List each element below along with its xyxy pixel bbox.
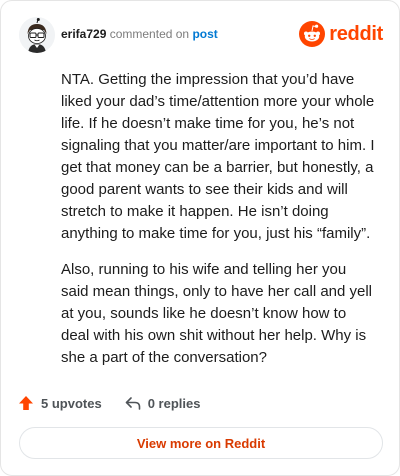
upvote-count: 5 upvotes: [41, 395, 102, 411]
comment-actions: 5 upvotes 0 replies: [17, 391, 200, 415]
comment-body: NTA. Getting the impression that you’d h…: [61, 69, 375, 383]
username-link[interactable]: erifa729: [61, 27, 106, 41]
reply-arrow-icon: [125, 397, 140, 410]
reddit-wordmark: reddit: [329, 23, 383, 45]
comment-header: erifa729 commented on post reddit: [19, 15, 383, 53]
reddit-logo[interactable]: reddit: [299, 19, 383, 49]
comment-meta: erifa729 commented on post: [61, 26, 218, 42]
action-text: commented on: [109, 27, 190, 41]
comment-paragraph: NTA. Getting the impression that you’d h…: [61, 71, 375, 242]
reply-count: 0 replies: [147, 395, 201, 411]
comment-embed-card: erifa729 commented on post reddit NTA. G…: [0, 0, 400, 476]
upvote-button[interactable]: 5 upvotes: [17, 394, 102, 412]
view-more-button[interactable]: View more on Reddit: [19, 427, 383, 459]
comment-paragraph: Also, running to his wife and telling he…: [61, 261, 373, 366]
avatar-image: [19, 17, 55, 53]
post-link[interactable]: post: [192, 27, 217, 41]
upvote-arrow-icon: [19, 396, 33, 410]
user-avatar[interactable]: [19, 17, 55, 53]
reddit-snoo-icon: [299, 21, 326, 47]
replies-button[interactable]: 0 replies: [124, 394, 201, 412]
